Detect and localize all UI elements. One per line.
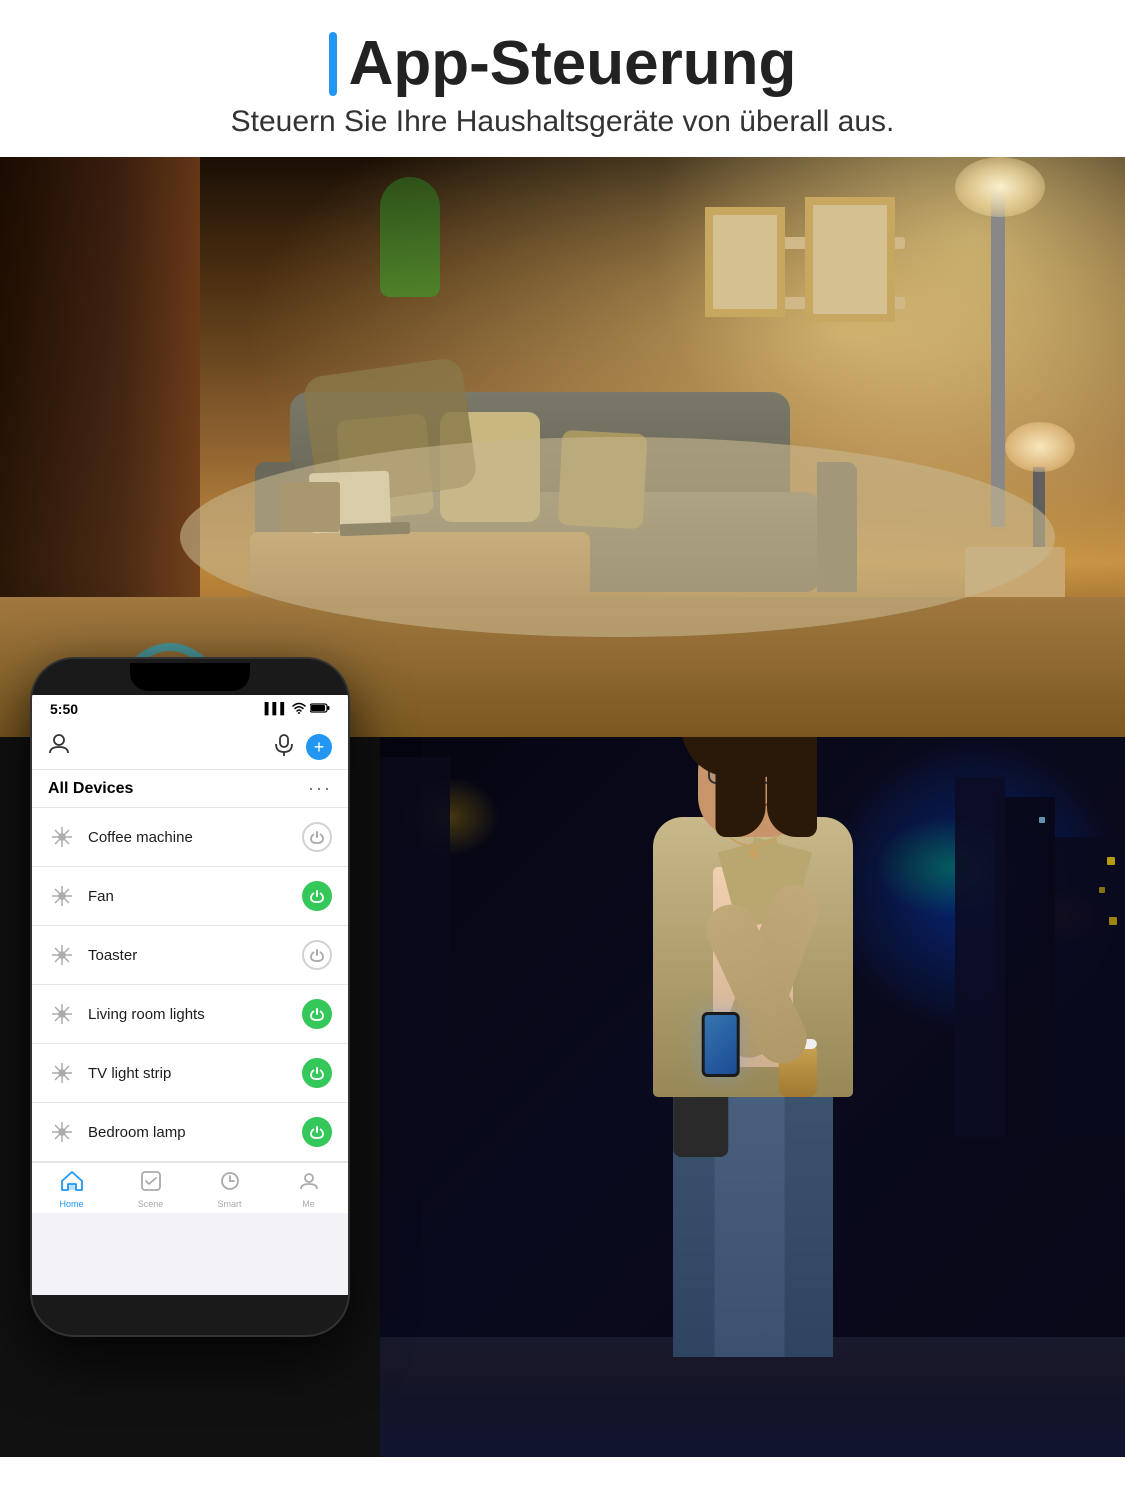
smart-icon	[220, 1171, 240, 1197]
device-item-bedroom-lamp[interactable]: Bedroom lamp	[32, 1103, 348, 1162]
phone-area: 5:50 ▌▌▌	[0, 737, 380, 1457]
power-button-living-room-lights[interactable]	[302, 999, 332, 1029]
notch-cutout	[130, 663, 250, 691]
woman-photo	[380, 737, 1125, 1457]
nav-label-home: Home	[59, 1199, 83, 1209]
power-button-fan[interactable]	[302, 881, 332, 911]
floor-lamp-shade	[955, 157, 1045, 217]
status-bar: 5:50 ▌▌▌	[32, 695, 348, 723]
power-button-toaster[interactable]	[302, 940, 332, 970]
device-item-fan[interactable]: Fan	[32, 867, 348, 926]
device-name-toaster: Toaster	[88, 947, 302, 964]
frame-2	[805, 197, 895, 322]
hair-side-left	[715, 737, 765, 837]
nav-item-smart[interactable]: Smart	[190, 1171, 269, 1209]
phone-in-hand	[701, 1012, 739, 1077]
power-button-coffee-machine[interactable]	[302, 822, 332, 852]
page-header: App-Steuerung Steuern Sie Ihre Haushalts…	[0, 0, 1125, 157]
nav-label-scene: Scene	[138, 1199, 164, 1209]
device-name-bedroom-lamp: Bedroom lamp	[88, 1124, 302, 1141]
device-name-fan: Fan	[88, 888, 302, 905]
rug	[180, 437, 1055, 637]
nav-item-home[interactable]: Home	[32, 1171, 111, 1209]
home-icon	[61, 1171, 83, 1197]
main-title: App-Steuerung	[20, 28, 1105, 99]
room-photo	[0, 157, 1125, 737]
device-item-tv-light-strip[interactable]: TV light strip	[32, 1044, 348, 1103]
building-light-2	[1099, 887, 1105, 893]
device-icon-bedroom-lamp	[48, 1118, 76, 1146]
building-4	[380, 757, 450, 1137]
devices-menu-dots[interactable]: ···	[308, 778, 332, 799]
device-name-tv-light-strip: TV light strip	[88, 1065, 302, 1082]
building-light-3	[1109, 917, 1117, 925]
device-icon-toaster	[48, 941, 76, 969]
device-icon-tv-light-strip	[48, 1059, 76, 1087]
ground-reflection	[380, 1377, 1125, 1457]
device-item-toaster[interactable]: Toaster	[32, 926, 348, 985]
device-icon-living-room-lights	[48, 1000, 76, 1028]
phone-mockup: 5:50 ▌▌▌	[30, 657, 350, 1337]
scene-icon	[141, 1171, 161, 1197]
building-1	[1045, 837, 1125, 1137]
devices-header: All Devices ···	[32, 770, 348, 808]
add-device-button[interactable]: +	[306, 734, 332, 760]
mic-button[interactable]	[274, 734, 294, 761]
app-header-right: +	[274, 734, 332, 761]
status-icons: ▌▌▌	[265, 702, 330, 717]
battery-icon	[310, 702, 330, 717]
app-header: +	[32, 723, 348, 770]
subtitle-text: Steuern Sie Ihre Haushaltsgeräte von übe…	[20, 105, 1105, 139]
device-name-living-room-lights: Living room lights	[88, 1006, 302, 1023]
nav-item-me[interactable]: Me	[269, 1171, 348, 1209]
device-item-coffee-machine[interactable]: Coffee machine	[32, 808, 348, 867]
device-icon-coffee-machine	[48, 823, 76, 851]
nav-item-scene[interactable]: Scene	[111, 1171, 190, 1209]
hair-side-right	[767, 737, 817, 837]
floor-lamp-pole	[991, 187, 1005, 527]
phone-screen-glow	[704, 1015, 736, 1074]
building-light-4	[1039, 817, 1045, 823]
status-time: 5:50	[50, 701, 78, 717]
phone-screen: 5:50 ▌▌▌	[32, 695, 348, 1295]
device-name-coffee-machine: Coffee machine	[88, 829, 302, 846]
necklace-pendant	[748, 849, 758, 859]
building-3	[955, 777, 1005, 1137]
bottom-section: 5:50 ▌▌▌	[0, 737, 1125, 1457]
device-item-living-room-lights[interactable]: Living room lights	[32, 985, 348, 1044]
title-text: App-Steuerung	[349, 28, 797, 99]
blue-accent-bar	[329, 32, 337, 96]
power-button-tv-light-strip[interactable]	[302, 1058, 332, 1088]
power-button-bedroom-lamp[interactable]	[302, 1117, 332, 1147]
bag	[673, 1087, 728, 1157]
user-icon[interactable]	[48, 733, 70, 761]
frame-1	[705, 207, 785, 317]
bottom-navigation: Home Scene	[32, 1162, 348, 1213]
device-list: Coffee machine	[32, 808, 348, 1162]
devices-title: All Devices	[48, 780, 133, 798]
signal-icon: ▌▌▌	[265, 703, 288, 715]
building-light-1	[1107, 857, 1115, 865]
tripod-lamp-shade	[1005, 422, 1075, 472]
device-icon-fan	[48, 882, 76, 910]
nav-label-smart: Smart	[217, 1199, 241, 1209]
phone-notch	[32, 659, 348, 695]
wifi-status-icon	[292, 702, 306, 717]
me-icon	[299, 1171, 319, 1197]
plant	[380, 177, 440, 297]
nav-label-me: Me	[302, 1199, 315, 1209]
